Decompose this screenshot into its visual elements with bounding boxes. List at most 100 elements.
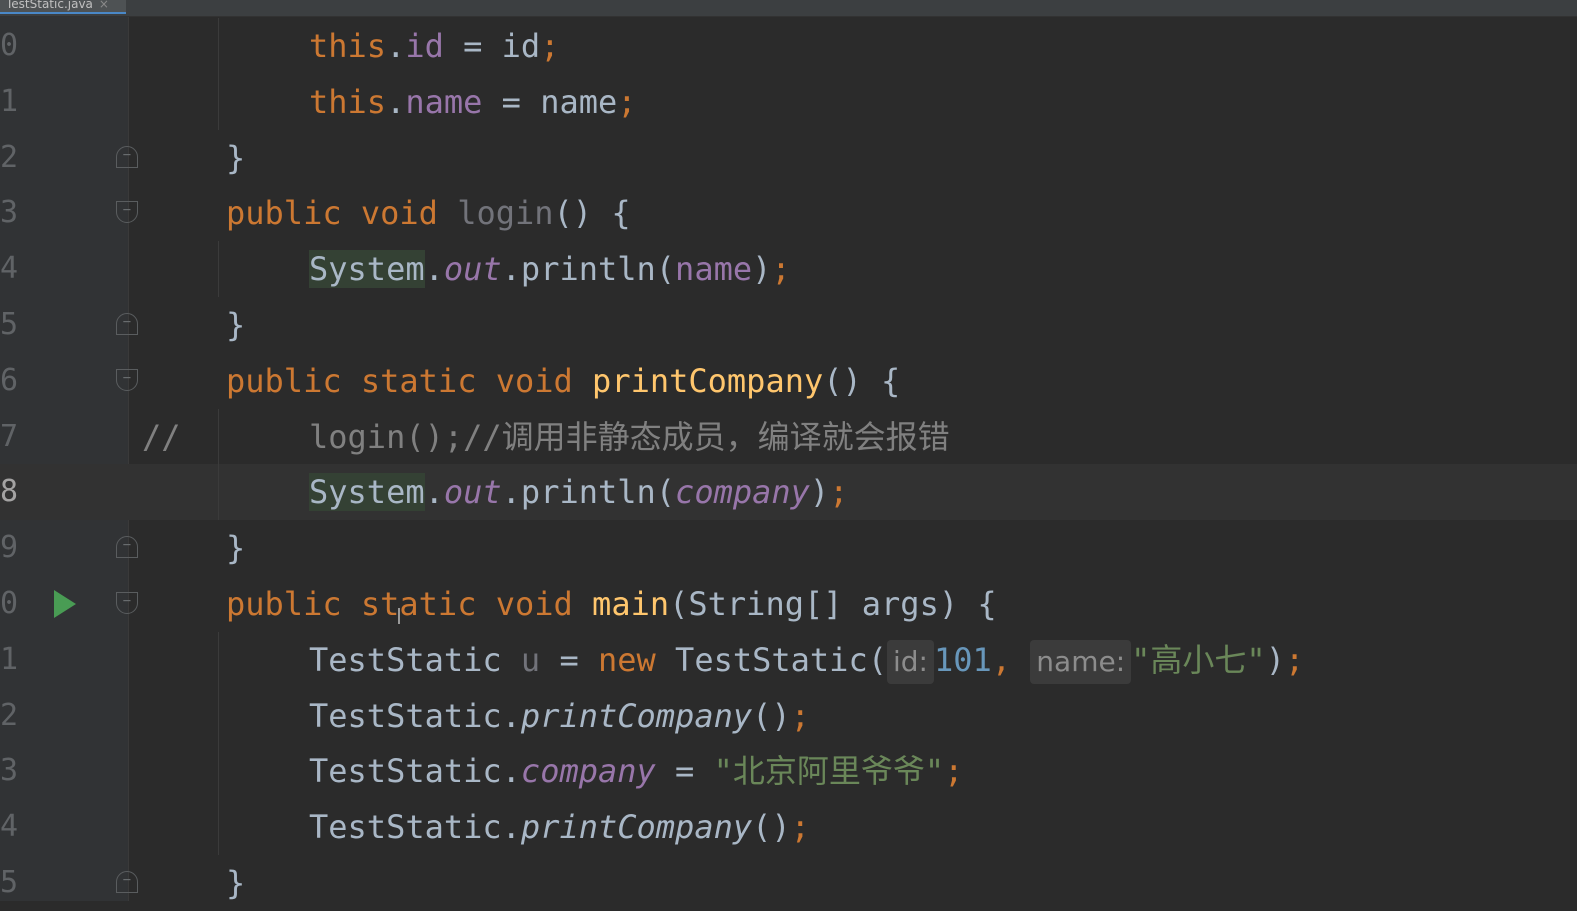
- code-token: System: [309, 473, 425, 512]
- editor-tab-bar: TestStatic.java ×: [0, 0, 1577, 17]
- code-token: =: [655, 752, 714, 791]
- code-line[interactable]: 7 // login();//调用非静态成员，编译就会报错: [0, 408, 1577, 465]
- tab-teststatic-java[interactable]: TestStatic.java ×: [0, 0, 126, 14]
- text-cursor-icon: [398, 608, 400, 624]
- line-number: 0: [0, 586, 19, 621]
- code-token: .println(: [501, 250, 676, 289]
- line-number: 9: [0, 530, 19, 566]
- code-line[interactable]: 0 this.id = id;: [0, 18, 1577, 74]
- tab-close-icon[interactable]: ×: [99, 0, 109, 11]
- code-token: }: [226, 138, 246, 177]
- fold-end-icon[interactable]: −: [116, 536, 138, 559]
- line-number: 7: [0, 418, 19, 454]
- code-token: company: [520, 752, 656, 791]
- code-line[interactable]: 5 −}: [0, 297, 1577, 353]
- code-token: TestStatic: [309, 640, 521, 679]
- code-token: TestStatic.: [309, 808, 521, 847]
- code-token: ): [1265, 640, 1285, 679]
- code-token: public static void: [226, 585, 593, 623]
- fold-end-icon[interactable]: −: [116, 145, 138, 168]
- code-token: ;: [790, 696, 810, 735]
- code-text[interactable]: this.id = id;: [309, 18, 559, 74]
- code-text[interactable]: public static void main(String[] args) {: [226, 576, 997, 632]
- code-text[interactable]: public static void printCompany() {: [226, 353, 900, 409]
- run-icon[interactable]: [54, 590, 76, 618]
- code-token: this: [309, 27, 387, 65]
- fold-collapse-icon[interactable]: −: [116, 201, 138, 224]
- line-number: 1: [0, 641, 19, 677]
- code-text[interactable]: }: [226, 297, 245, 353]
- fold-end-icon[interactable]: −: [116, 871, 138, 893]
- parameter-hint: id:: [886, 639, 934, 684]
- code-token: login: [457, 194, 554, 233]
- code-token: out: [443, 250, 502, 289]
- code-token: .: [424, 250, 444, 289]
- code-text[interactable]: TestStatic.printCompany();: [309, 799, 810, 855]
- code-token: (): [752, 808, 791, 847]
- line-number: 1: [0, 83, 19, 119]
- fold-end-icon[interactable]: −: [116, 313, 138, 335]
- code-token: name: [675, 250, 753, 289]
- code-line[interactable]: 3 − public void login() {: [0, 185, 1577, 241]
- code-token: .println(: [501, 473, 676, 512]
- indent-guide: [218, 241, 219, 298]
- code-token: .: [386, 82, 406, 121]
- code-line[interactable]: 2 −}: [0, 130, 1577, 186]
- code-token: ;: [1284, 640, 1305, 679]
- line-number: 5: [0, 307, 19, 342]
- code-line[interactable]: 8 System.out.println(company);: [0, 464, 1577, 521]
- code-line[interactable]: 4 System.out.println(name);: [0, 241, 1577, 298]
- code-token: printCompany: [520, 696, 753, 735]
- code-text[interactable]: TestStatic.printCompany();: [309, 688, 810, 744]
- code-line[interactable]: 5 −}: [0, 855, 1577, 911]
- code-token: 101: [933, 640, 992, 679]
- parameter-hint: name:: [1030, 639, 1132, 684]
- code-token: TestStatic.: [309, 752, 521, 791]
- code-token: .: [424, 473, 444, 512]
- code-token: ;: [790, 808, 810, 847]
- code-text[interactable]: System.out.println(company);: [309, 464, 848, 520]
- indent-guide: [218, 687, 219, 744]
- line-number: 4: [0, 251, 19, 287]
- code-text[interactable]: this.name = name;: [309, 74, 637, 130]
- indent-guide: [218, 18, 219, 74]
- line-number: 3: [0, 753, 19, 789]
- code-text[interactable]: TestStatic u = new TestStatic(id: 101, na…: [309, 632, 1304, 688]
- code-token: "北京阿里爷爷": [713, 752, 945, 791]
- fold-collapse-icon[interactable]: −: [116, 368, 138, 391]
- code-line[interactable]: 3 TestStatic.company = "北京阿里爷爷";: [0, 743, 1577, 800]
- code-text[interactable]: }: [226, 130, 245, 186]
- fold-collapse-icon[interactable]: −: [116, 592, 138, 614]
- code-token: "高小七": [1131, 640, 1266, 679]
- code-text[interactable]: }: [226, 520, 245, 576]
- code-text[interactable]: System.out.println(name);: [309, 241, 791, 297]
- code-token: ;: [617, 82, 637, 121]
- code-token: ;: [540, 27, 560, 65]
- line-number: 6: [0, 362, 19, 398]
- code-token: name: [405, 82, 483, 121]
- code-token: public static void: [226, 361, 593, 400]
- code-line[interactable]: 6 − public static void printCompany() {: [0, 353, 1577, 409]
- code-token: (String[] args) {: [669, 585, 997, 623]
- indent-guide: [218, 631, 219, 688]
- code-text[interactable]: public void login() {: [226, 185, 631, 241]
- code-line[interactable]: 0 − public static void main(String[] args)…: [0, 576, 1577, 632]
- code-editor[interactable]: 0 this.id = id; 1 this.name = name; 2−} 3− pub…: [0, 17, 1577, 902]
- code-token: public void: [226, 194, 458, 233]
- code-token: ): [809, 473, 830, 512]
- code-line[interactable]: 9 −}: [0, 520, 1577, 576]
- code-line[interactable]: 2 TestStatic.printCompany();: [0, 687, 1577, 744]
- code-text[interactable]: }: [226, 855, 245, 911]
- tab-label: TestStatic.java: [6, 0, 93, 11]
- code-line[interactable]: 1 TestStatic u = new TestStatic(id: 101, n…: [0, 631, 1577, 688]
- line-number: 2: [0, 139, 19, 175]
- code-text[interactable]: login();//调用非静态成员，编译就会报错: [309, 409, 950, 465]
- code-line[interactable]: 1 this.name = name;: [0, 73, 1577, 130]
- code-token: out: [443, 473, 502, 512]
- code-token: }: [226, 306, 246, 344]
- indent-guide: [218, 464, 219, 521]
- code-token: ,: [991, 640, 1031, 679]
- code-text[interactable]: TestStatic.company = "北京阿里爷爷";: [309, 743, 963, 799]
- code-line[interactable]: 4 TestStatic.printCompany();: [0, 799, 1577, 856]
- code-token: System: [309, 250, 425, 289]
